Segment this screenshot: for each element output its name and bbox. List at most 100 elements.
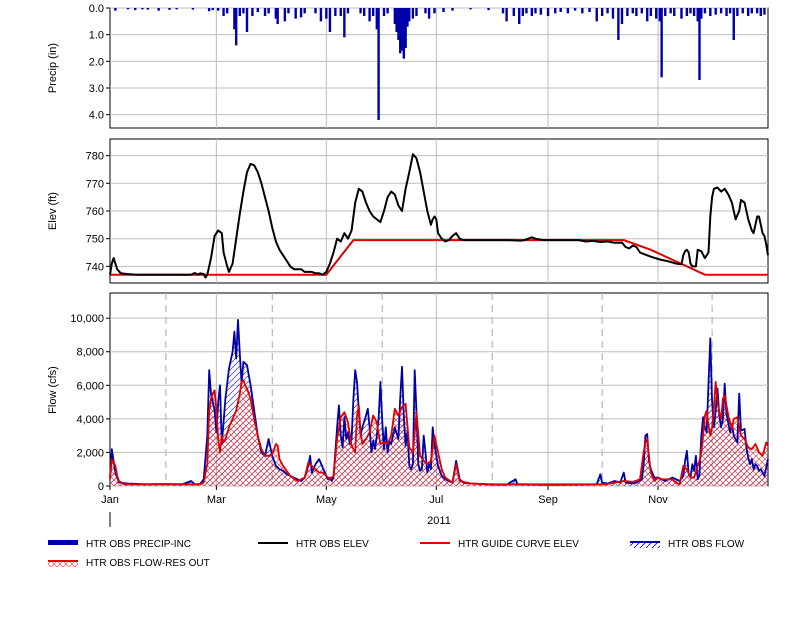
precip-bar-36 <box>343 8 346 38</box>
precip-bar-91 <box>649 8 653 16</box>
precip-bar-31 <box>319 8 323 22</box>
precip-bar-83 <box>611 8 615 19</box>
precip-bar-19 <box>251 8 254 16</box>
precip-bar-84 <box>617 8 620 40</box>
precip-bar-18 <box>245 8 249 32</box>
precip-bar-71 <box>534 8 537 14</box>
y-tick-label-3: 770 <box>86 178 104 190</box>
x-axis-year-label: 2011 <box>427 515 451 527</box>
precip-bar-89 <box>640 8 644 14</box>
legend-label-1: HTR OBS ELEV <box>296 539 369 550</box>
hydrology-chart-figure: 0.0 1.0 2.0 3.0 4.0 Precip (in) 740 750 760 770… <box>47 3 769 569</box>
precip-bar-57 <box>424 8 427 14</box>
precip-bar-100 <box>689 8 692 14</box>
legend-label-2: HTR GUIDE CURVE ELEV <box>458 539 579 550</box>
precip-bar-28 <box>299 8 303 18</box>
precip-bar-27 <box>294 8 297 19</box>
precip-bar-7 <box>175 8 178 10</box>
precip-bar-97 <box>673 8 676 16</box>
precip-bar-73 <box>546 8 550 16</box>
precip-bar-98 <box>680 8 683 19</box>
precip-bar-86 <box>626 8 629 16</box>
precip-bar-21 <box>263 8 267 16</box>
legend-symbol-htr-obs-flow-fill <box>630 543 660 548</box>
precip-bar-43 <box>377 8 380 120</box>
precip-bar-110 <box>728 8 732 14</box>
precip-bar-117 <box>759 8 762 16</box>
precip-bar-8 <box>191 8 195 10</box>
precip-bar-24 <box>276 8 279 24</box>
precip-bar-85 <box>620 8 624 24</box>
precip-bar-10 <box>211 8 214 11</box>
precip-bar-1 <box>126 8 130 10</box>
precip-bar-37 <box>346 8 350 14</box>
precip-y-ticks: 0.0 1.0 2.0 3.0 4.0 <box>89 3 110 122</box>
precip-bar-76 <box>566 8 570 14</box>
precip-bar-116 <box>755 8 759 14</box>
precip-bar-63 <box>487 8 490 11</box>
precip-bar-68 <box>521 8 525 16</box>
x-tick-label-0: Jan <box>101 494 119 506</box>
precip-bar-25 <box>283 8 287 22</box>
y-tick-label-2: 760 <box>86 206 104 218</box>
precip-bar-29 <box>303 8 306 14</box>
precip-bar-67 <box>518 8 521 24</box>
legend-label-3: HTR OBS FLOW <box>668 539 745 550</box>
x-tick-label-1: Mar <box>207 494 226 506</box>
precip-bar-90 <box>646 8 649 22</box>
precip-bar-74 <box>554 8 557 14</box>
flow-y-axis-label: Flow (cfs) <box>47 366 59 414</box>
y-tick-label-0: 0.0 <box>89 3 104 15</box>
precip-bar-81 <box>600 8 604 16</box>
precip-bar-95 <box>664 8 667 16</box>
elev-y-axis-label: Elev (ft) <box>47 192 59 230</box>
precip-bar-30 <box>314 8 317 14</box>
precip-bar-115 <box>750 8 753 14</box>
precip-bar-9 <box>207 8 211 12</box>
y-tick-label-4: 4.0 <box>89 110 104 122</box>
precip-bar-105 <box>703 8 707 14</box>
precip-bar-113 <box>741 8 744 14</box>
precip-bar-118 <box>763 8 766 15</box>
precip-bar-87 <box>631 8 634 14</box>
precip-bar-5 <box>157 8 160 11</box>
precip-bar-2 <box>134 8 137 11</box>
precip-bar-101 <box>692 8 696 16</box>
precip-bar-38 <box>359 8 362 14</box>
precip-bar-72 <box>539 8 543 15</box>
precip-bar-32 <box>325 8 328 19</box>
precip-bar-40 <box>368 8 371 22</box>
precip-bar-70 <box>530 8 534 16</box>
y-tick-label-0: 0 <box>98 481 104 493</box>
legend: HTR OBS PRECIP-INC HTR OBS ELEV HTR GUIDE … <box>48 539 745 569</box>
precip-bar-92 <box>655 8 658 19</box>
precip-bar-35 <box>339 8 342 16</box>
precip-bar-114 <box>746 8 750 16</box>
legend-label-4: HTR OBS FLOW-RES OUT <box>86 558 210 569</box>
precip-bar-33 <box>328 8 332 32</box>
precip-y-axis-label: Precip (in) <box>47 43 59 93</box>
precip-bar-12 <box>222 8 225 16</box>
precip-bar-69 <box>525 8 528 14</box>
precip-bar-82 <box>606 8 609 14</box>
precip-bar-0 <box>114 8 117 11</box>
precip-bar-103 <box>698 8 701 80</box>
precip-panel: 0.0 1.0 2.0 3.0 4.0 Precip (in) <box>47 3 769 129</box>
precip-bar-106 <box>709 8 712 16</box>
precip-bar-61 <box>451 8 454 11</box>
precip-bar-6 <box>168 8 171 10</box>
precip-bar-20 <box>256 8 260 12</box>
precip-bar-99 <box>685 8 689 16</box>
precip-bar-26 <box>287 8 290 14</box>
precip-bar-109 <box>725 8 728 16</box>
precip-bar-56 <box>415 8 418 16</box>
precip-bar-65 <box>505 8 508 22</box>
precip-bar-34 <box>334 8 337 16</box>
precip-bar-94 <box>660 8 663 78</box>
x-tick-label-3: Jul <box>429 494 443 506</box>
precip-bar-112 <box>736 8 739 16</box>
precip-bar-41 <box>372 8 375 16</box>
precip-bar-54 <box>408 8 411 22</box>
precip-bar-64 <box>501 8 505 14</box>
legend-label-0: HTR OBS PRECIP-INC <box>86 539 191 550</box>
